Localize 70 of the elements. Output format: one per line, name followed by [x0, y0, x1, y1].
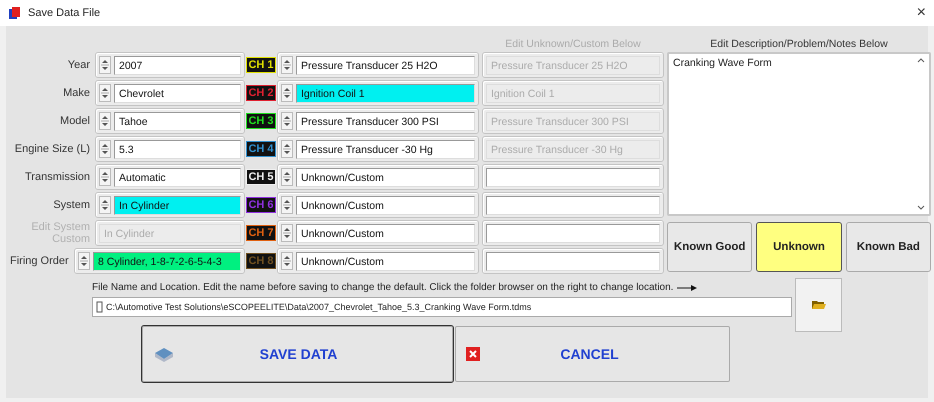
file-icon [96, 301, 103, 313]
input-field[interactable]: Pressure Transducer -30 Hg [296, 140, 475, 158]
input-field[interactable] [486, 252, 660, 270]
input-field[interactable]: Chevrolet [114, 84, 241, 102]
spin-buttons[interactable] [99, 84, 111, 102]
spin-buttons[interactable] [281, 224, 293, 242]
folder-icon [812, 300, 826, 310]
spin-buttons[interactable] [281, 252, 293, 270]
disk-icon [153, 345, 175, 363]
column-header: Edit Description/Problem/Notes Below [709, 38, 889, 50]
spin-buttons[interactable] [281, 56, 293, 74]
spin-buttons[interactable] [281, 84, 293, 102]
field-label: System [52, 199, 91, 211]
input-field[interactable]: Unknown/Custom [296, 196, 475, 214]
spin-buttons[interactable] [281, 140, 293, 158]
save-button[interactable]: SAVE DATA [142, 326, 453, 382]
app-icon [8, 6, 22, 20]
field-label: Year [66, 59, 91, 71]
input-field[interactable]: Ignition Coil 1 [296, 84, 475, 102]
input-field[interactable]: Tahoe [114, 112, 241, 130]
input-field[interactable]: 5.3 [114, 140, 241, 158]
input-field[interactable]: Pressure Transducer 25 H2O [296, 56, 475, 74]
channel-badge: CH 7 [246, 225, 276, 241]
channel-badge: CH 6 [246, 197, 276, 213]
input-field[interactable]: In Cylinder [114, 196, 241, 214]
file-path-field[interactable]: C:\Automotive Test Solutions\eSCOPEELITE\Data\2007_Chevrolet_Tahoe_5.3_Cranking Wave Form.tdms [92, 297, 792, 317]
input-field[interactable] [486, 168, 660, 186]
field-label: Model [59, 115, 91, 127]
spin-buttons[interactable] [281, 168, 293, 186]
window-title: Save Data File [28, 7, 102, 19]
channel-badge: CH 4 [246, 141, 276, 157]
input-field[interactable]: Unknown/Custom [296, 224, 475, 242]
spin-buttons[interactable] [99, 56, 111, 74]
field-label: Firing Order [10, 255, 70, 267]
notes-text: Cranking Wave Form [673, 57, 772, 71]
input-field[interactable]: 2007 [114, 56, 241, 74]
rating-button[interactable]: Unknown [756, 222, 842, 272]
notes-textarea[interactable]: Cranking Wave Form [667, 52, 931, 216]
spin-buttons[interactable] [99, 168, 111, 186]
channel-badge: CH 5 [246, 169, 276, 185]
channel-badge: CH 3 [246, 113, 276, 129]
input-field[interactable]: Pressure Transducer 300 PSI [296, 112, 475, 130]
channel-badge: CH 8 [246, 253, 276, 269]
scroll-up-icon[interactable] [917, 57, 925, 63]
field-label: Engine Size (L) [14, 143, 91, 155]
input-field[interactable] [486, 224, 660, 242]
rating-button[interactable]: Known Good [667, 222, 752, 272]
spin-buttons[interactable] [99, 112, 111, 130]
close-icon [466, 347, 480, 361]
file-hint: File Name and Location. Edit the name before saving to change the default. Click the folder browser on the right to change location. [92, 282, 674, 293]
close-button[interactable]: × [916, 4, 926, 22]
spin-buttons[interactable] [99, 196, 111, 214]
cancel-button[interactable]: CANCEL [455, 326, 730, 382]
rating-button[interactable]: Known Bad [846, 222, 931, 272]
input-field[interactable]: 8 Cylinder, 1-8-7-2-6-5-4-3 [93, 252, 241, 270]
field-label: Transmission [24, 171, 91, 183]
spin-buttons[interactable] [281, 196, 293, 214]
input-field[interactable]: Unknown/Custom [296, 168, 475, 186]
scroll-down-icon[interactable] [917, 205, 925, 211]
input-field[interactable]: Automatic [114, 168, 241, 186]
column-header: Edit Unknown/Custom Below [504, 38, 642, 50]
channel-badge: CH 1 [246, 57, 276, 73]
input-field[interactable]: Unknown/Custom [296, 252, 475, 270]
field-label: Make [62, 87, 91, 99]
arrow-icon [677, 284, 698, 290]
spin-buttons[interactable] [99, 140, 111, 158]
channel-badge: CH 2 [246, 85, 276, 101]
spin-buttons[interactable] [281, 112, 293, 130]
spin-buttons[interactable] [78, 252, 90, 270]
input-field[interactable] [486, 196, 660, 214]
